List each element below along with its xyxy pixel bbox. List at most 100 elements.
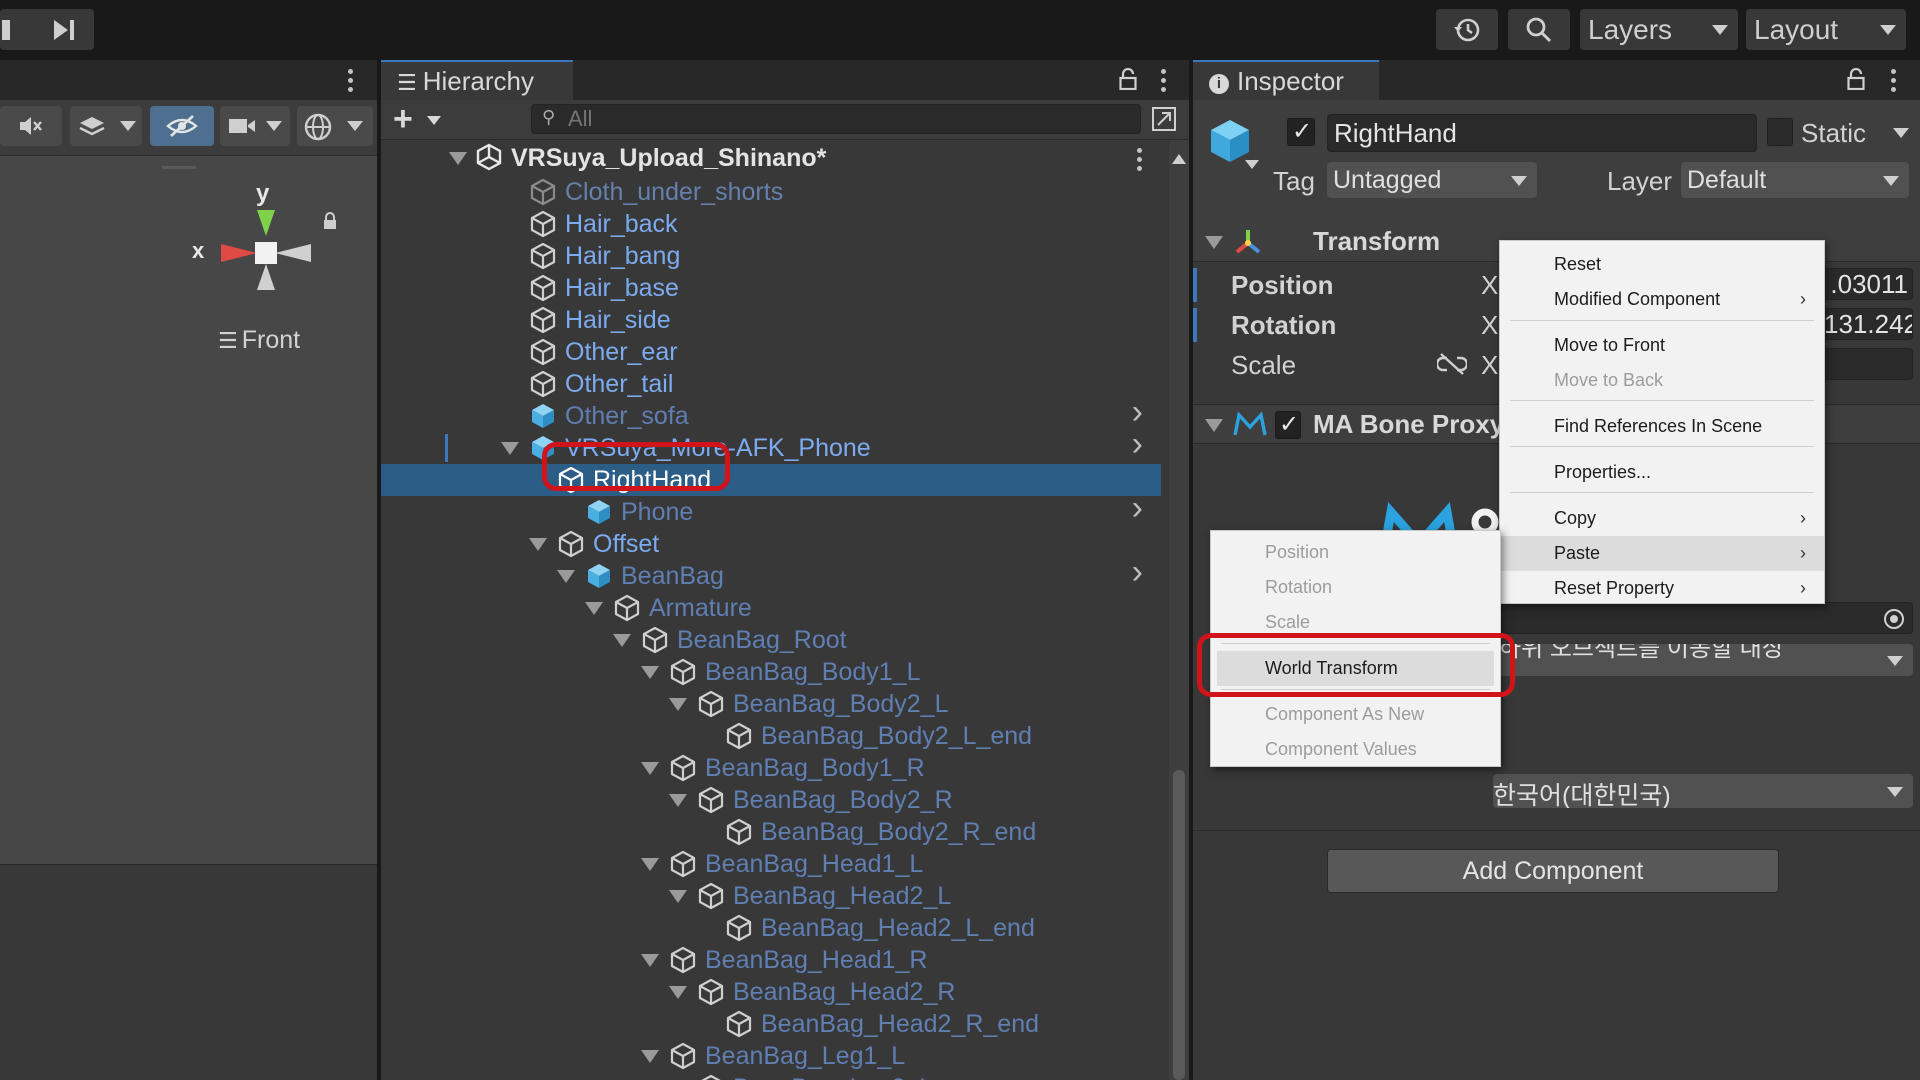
hierarchy-row[interactable]: BeanBag_Leg1_L [381,1040,1161,1072]
hierarchy-row[interactable]: BeanBag_Leg2_L [381,1072,1161,1080]
chevron-down-icon[interactable] [1245,160,1259,169]
hierarchy-row[interactable]: BeanBag_Head2_R [381,976,1161,1008]
bone-target-field[interactable] [1493,602,1913,634]
scene-visibility-toggle[interactable] [150,106,214,146]
collapse-triangle-icon[interactable] [1205,419,1223,432]
context-menu-item[interactable]: Paste › [1500,536,1824,571]
hierarchy-row[interactable]: Other_sofa › [381,395,1161,432]
step-icon[interactable] [52,19,76,41]
more-options-icon[interactable] [1161,69,1167,96]
paste-submenu-item[interactable]: Component Values [1211,732,1500,767]
hierarchy-row[interactable]: Hair_base [381,272,1161,304]
paste-submenu-item[interactable]: Position [1211,535,1500,570]
hierarchy-row[interactable]: Armature [381,592,1161,624]
unlink-icon[interactable] [1437,352,1467,376]
scene-picker-icon[interactable] [1151,106,1177,132]
gameobject-cube-icon[interactable] [1207,118,1253,166]
expand-triangle-icon[interactable] [449,152,467,165]
language-dropdown[interactable]: 한국어(대한민국) [1493,774,1913,808]
context-menu-item[interactable]: Move to Back [1500,363,1824,398]
expand-triangle-icon[interactable] [529,538,547,551]
drag-handle[interactable] [162,166,196,169]
add-component-button[interactable]: Add Component [1327,849,1779,893]
lock-icon[interactable] [1847,68,1865,90]
hierarchy-row[interactable]: BeanBag_Head1_L [381,848,1161,880]
bone-proxy-enabled-checkbox[interactable]: ✓ [1275,411,1301,439]
context-menu-item[interactable]: Reset [1500,247,1824,282]
hierarchy-row[interactable]: BeanBag_Root [381,624,1161,656]
tag-dropdown[interactable]: Untagged [1327,162,1537,198]
create-dropdown[interactable]: + [393,100,447,138]
attachment-mode-dropdown[interactable]: 하위 오브젝트를 이동할 대상 [1493,644,1913,676]
hierarchy-row-selected[interactable]: RightHand [381,464,1161,496]
hierarchy-row[interactable]: Phone › [381,491,1161,528]
hierarchy-row[interactable]: VRSuya_More-AFK_Phone › [381,427,1161,464]
chevron-right-icon[interactable]: › [1132,427,1143,461]
scene-options-icon[interactable] [1137,148,1143,175]
scroll-up-icon[interactable] [1172,154,1186,164]
view-mode-label[interactable]: ☰ Front [218,326,300,355]
paste-submenu-item[interactable]: Rotation [1211,570,1500,605]
context-menu-item[interactable]: Copy › [1500,501,1824,536]
context-menu-item[interactable]: Move to Front [1500,328,1824,363]
scene-row[interactable]: VRSuya_Upload_Shinano* [381,140,1161,176]
static-dropdown-icon[interactable] [1893,128,1909,138]
lock-icon[interactable] [322,212,338,230]
active-checkbox[interactable]: ✓ [1287,118,1315,146]
hierarchy-row[interactable]: Hair_bang [381,240,1161,272]
scene-viewport[interactable]: y x ☰ Front [0,156,377,864]
static-checkbox[interactable] [1767,118,1793,146]
hierarchy-row[interactable]: BeanBag_Head1_R [381,944,1161,976]
expand-triangle-icon[interactable] [641,954,659,967]
gizmos-dropdown[interactable] [297,106,373,146]
expand-triangle-icon[interactable] [641,858,659,871]
hierarchy-scrollbar[interactable] [1169,140,1189,1080]
rotation-x-field[interactable]: 131.242 [1823,308,1913,340]
chevron-right-icon[interactable]: › [1132,491,1143,525]
expand-triangle-icon[interactable] [613,634,631,647]
pause-icon[interactable] [2,20,10,40]
scrollbar-thumb[interactable] [1173,770,1185,1080]
hierarchy-row[interactable]: BeanBag › [381,555,1161,592]
layout-dropdown[interactable]: Layout [1746,9,1906,50]
context-menu-item[interactable]: Modified Component › [1500,282,1824,317]
object-picker-icon[interactable] [1882,607,1906,631]
orientation-gizmo[interactable]: y x [190,180,340,290]
expand-triangle-icon[interactable] [557,570,575,583]
search-button[interactable] [1508,9,1570,50]
position-x-field[interactable]: .03011 [1823,268,1913,300]
expand-triangle-icon[interactable] [641,1050,659,1063]
hierarchy-search[interactable]: ⚲ [531,104,1141,134]
hierarchy-row[interactable]: Hair_back [381,208,1161,240]
tab-hierarchy[interactable]: ☰ Hierarchy [381,60,573,100]
object-name-field[interactable]: RightHand [1327,114,1757,152]
hierarchy-row[interactable]: BeanBag_Body2_R [381,784,1161,816]
hierarchy-row[interactable]: Hair_side [381,304,1161,336]
expand-triangle-icon[interactable] [641,666,659,679]
effects-dropdown[interactable] [70,106,142,146]
expand-triangle-icon[interactable] [585,602,603,615]
layer-dropdown[interactable]: Default [1681,162,1909,198]
history-button[interactable] [1436,9,1498,50]
hierarchy-row[interactable]: BeanBag_Body2_R_end [381,816,1161,848]
expand-triangle-icon[interactable] [501,442,519,455]
tab-inspector[interactable]: i Inspector [1193,60,1379,100]
hierarchy-row[interactable]: BeanBag_Head2_R_end [381,1008,1161,1040]
more-options-icon[interactable] [348,69,354,96]
hierarchy-row[interactable]: Other_ear [381,336,1161,368]
hierarchy-row[interactable]: BeanBag_Body2_L_end [381,720,1161,752]
hierarchy-row[interactable]: BeanBag_Body1_R [381,752,1161,784]
expand-triangle-icon[interactable] [669,890,687,903]
expand-triangle-icon[interactable] [669,698,687,711]
hierarchy-row[interactable]: BeanBag_Head2_L_end [381,912,1161,944]
lock-icon[interactable] [1119,68,1137,90]
context-menu-item[interactable]: Find References In Scene [1500,409,1824,444]
scale-x-field[interactable] [1823,348,1913,380]
chevron-right-icon[interactable]: › [1132,395,1143,429]
expand-triangle-icon[interactable] [669,794,687,807]
hierarchy-row[interactable]: BeanBag_Head2_L [381,880,1161,912]
hierarchy-row[interactable]: BeanBag_Body2_L [381,688,1161,720]
context-menu-item[interactable]: Reset Property › [1500,571,1824,606]
audio-toggle[interactable] [0,106,62,146]
hierarchy-row[interactable]: Offset [381,528,1161,560]
